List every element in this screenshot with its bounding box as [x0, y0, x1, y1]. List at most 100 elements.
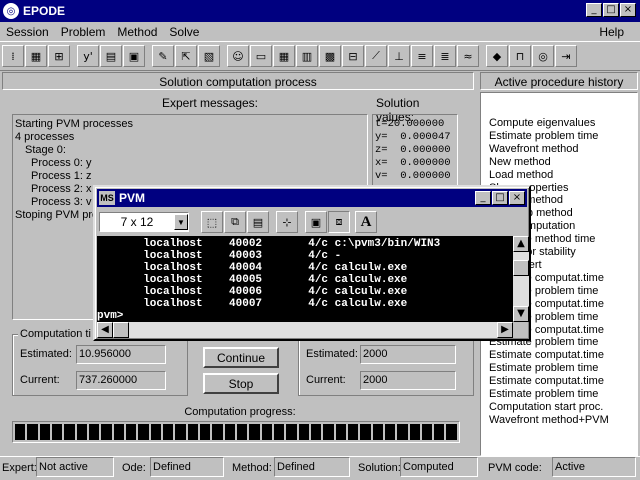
maximize-button[interactable]: □ — [603, 3, 619, 17]
pvm-vertical-scrollbar[interactable]: ▲ ▼ — [513, 236, 529, 322]
hscroll-thumb[interactable] — [113, 322, 129, 338]
console-row: localhost 40005 4/c calculw.exe — [97, 274, 408, 286]
scroll-down-icon[interactable]: ▼ — [513, 306, 529, 322]
progress-segment — [162, 424, 174, 440]
menu-bar: Session Problem Method Solve Help — [0, 22, 640, 41]
tool-5-icon[interactable]: ▤ — [100, 45, 122, 67]
value-line: y= 0.000047 — [375, 131, 451, 143]
progress-segment — [323, 424, 334, 440]
progress-label: Computation progress: — [184, 406, 296, 418]
pvm-maximize-button[interactable]: □ — [492, 191, 508, 205]
tool-19-icon[interactable]: ≣ — [434, 45, 456, 67]
copy-icon[interactable]: ⧉ — [224, 211, 246, 233]
font-size-select[interactable]: 7 x 12 ▼ — [99, 212, 189, 232]
pvm-console[interactable]: localhost 40002 4/c c:\pvm3/bin/WIN3 loc… — [97, 236, 513, 322]
history-item[interactable]: Load method — [489, 169, 637, 182]
history-item[interactable]: Computation start proc. — [489, 401, 637, 414]
scroll-right-icon[interactable]: ▶ — [497, 322, 513, 338]
tool-22-icon[interactable]: ⊓ — [509, 45, 531, 67]
close-button[interactable]: × — [620, 3, 636, 17]
tool-18-icon[interactable]: ≡ — [411, 45, 433, 67]
progress-segment — [347, 424, 359, 440]
tool-1-icon[interactable]: ⁞ — [2, 45, 24, 67]
progress-segment — [199, 424, 211, 440]
progress-segment — [236, 424, 248, 440]
scroll-up-icon[interactable]: ▲ — [513, 236, 529, 252]
scroll-left-icon[interactable]: ◀ — [97, 322, 113, 338]
tool-24-icon[interactable]: ⇥ — [555, 45, 577, 67]
history-item[interactable]: Wavefront method — [489, 143, 637, 156]
status-method-value: Defined — [274, 457, 350, 477]
status-solution-label: Solution: — [358, 462, 401, 474]
tool-3-icon[interactable]: ⊞ — [48, 45, 70, 67]
expert-messages-label: Expert messages: — [161, 96, 259, 110]
status-bar: Expert: Not active Ode: Defined Method: … — [0, 456, 640, 480]
status-pvm-label: PVM code: — [488, 462, 542, 474]
continue-button[interactable]: Continue — [203, 347, 279, 368]
tool-13-icon[interactable]: ▥ — [296, 45, 318, 67]
console-row: localhost 40004 4/c calculw.exe — [97, 262, 408, 274]
message-line: 4 processes — [15, 131, 75, 143]
current-steps-field[interactable]: 2000 — [360, 371, 456, 390]
minimize-button[interactable]: _ — [586, 3, 602, 17]
tool-23-icon[interactable]: ◎ — [532, 45, 554, 67]
menu-method[interactable]: Method — [111, 25, 163, 39]
progress-segment — [175, 424, 186, 440]
value-line: t=20.000000 — [375, 118, 445, 130]
progress-segment — [64, 424, 75, 440]
tool-14-icon[interactable]: ▩ — [319, 45, 341, 67]
properties-icon[interactable]: ▣ — [305, 211, 327, 233]
history-item[interactable]: Wavefront method+PVM — [489, 414, 637, 427]
history-item[interactable]: Estimate computat.time — [489, 375, 637, 388]
tool-16-icon[interactable]: ⟋ — [365, 45, 387, 67]
estimated-steps-field[interactable]: 2000 — [360, 345, 456, 364]
history-item[interactable]: New method — [489, 156, 637, 169]
progress-segment — [224, 424, 235, 440]
font-size-value: 7 x 12 — [120, 215, 154, 229]
epode-logo-icon[interactable]: ◎ — [3, 3, 19, 19]
paste-icon[interactable]: ▤ — [247, 211, 269, 233]
progress-segment — [76, 424, 87, 440]
progress-segment — [138, 424, 149, 440]
msdos-icon[interactable]: MS — [99, 191, 115, 205]
tool-4-icon[interactable]: y' — [77, 45, 99, 67]
tool-15-icon[interactable]: ⊟ — [342, 45, 364, 67]
tool-6-icon[interactable]: ▣ — [123, 45, 145, 67]
menu-help[interactable]: Help — [593, 25, 630, 39]
estimated-time-field[interactable]: 10.956000 — [76, 345, 166, 364]
history-item[interactable]: Estimate computat.time — [489, 349, 637, 362]
tool-9-icon[interactable]: ▧ — [198, 45, 220, 67]
tool-10-icon[interactable]: ☺ — [227, 45, 249, 67]
menu-solve[interactable]: Solve — [163, 25, 205, 39]
tool-2-icon[interactable]: ▦ — [25, 45, 47, 67]
history-item[interactable]: Estimate problem time — [489, 130, 637, 143]
tool-17-icon[interactable]: ⊥ — [388, 45, 410, 67]
tool-11-icon[interactable]: ▭ — [250, 45, 272, 67]
background-icon[interactable]: ⧈ — [328, 211, 350, 233]
fullscreen-icon[interactable]: ⊹ — [276, 211, 298, 233]
tool-12-icon[interactable]: ▦ — [273, 45, 295, 67]
pvm-close-button[interactable]: × — [509, 191, 525, 205]
status-ode-label: Ode: — [122, 462, 146, 474]
current-time-field[interactable]: 737.260000 — [76, 371, 166, 390]
menu-problem[interactable]: Problem — [55, 25, 112, 39]
tool-21-icon[interactable]: ◆ — [486, 45, 508, 67]
font-button[interactable]: A — [355, 211, 377, 233]
pvm-minimize-button[interactable]: _ — [475, 191, 491, 205]
history-item[interactable]: Compute eigenvalues — [489, 117, 637, 130]
value-line: z= 0.000000 — [375, 144, 451, 156]
progress-segment — [187, 424, 198, 440]
history-item[interactable]: Estimate problem time — [489, 362, 637, 375]
stop-button[interactable]: Stop — [203, 373, 279, 394]
scroll-thumb[interactable] — [513, 260, 529, 276]
tool-20-icon[interactable]: ≈ — [457, 45, 479, 67]
history-panel-header: Active procedure history — [480, 72, 638, 90]
mark-icon[interactable]: ⬚ — [201, 211, 223, 233]
history-item[interactable]: Estimate problem time — [489, 388, 637, 401]
pvm-horizontal-scrollbar[interactable]: ◀ ▶ — [97, 322, 513, 338]
tool-8-icon[interactable]: ⇱ — [175, 45, 197, 67]
tool-7-icon[interactable]: ✎ — [152, 45, 174, 67]
progress-segment — [88, 424, 100, 440]
menu-session[interactable]: Session — [0, 25, 55, 39]
dropdown-arrow-icon[interactable]: ▼ — [174, 214, 188, 230]
